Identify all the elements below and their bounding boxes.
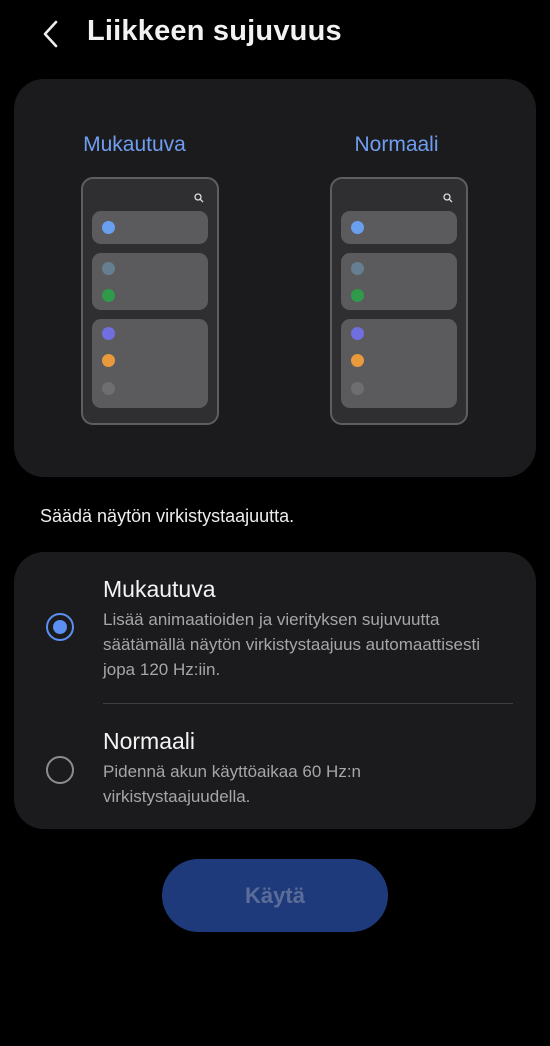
list-item xyxy=(341,319,457,408)
option-title: Normaali xyxy=(103,728,196,754)
apply-button-label: Käytä xyxy=(245,882,305,908)
gray-blue-dot-icon xyxy=(102,262,115,275)
list-item xyxy=(92,253,208,310)
radio-button[interactable] xyxy=(46,756,74,784)
purple-dot-icon xyxy=(102,327,115,340)
option-description: Lisää animaatioiden ja vierityksen sujuv… xyxy=(103,610,481,679)
back-button[interactable] xyxy=(34,14,68,54)
preview-adaptive: Mukautuva xyxy=(14,79,275,477)
list-item xyxy=(341,253,457,310)
preview-label-adaptive: Mukautuva xyxy=(83,133,186,156)
phone-illustration xyxy=(81,177,219,425)
orange-dot-icon xyxy=(102,354,115,367)
page-title: Liikkeen sujuvuus xyxy=(87,15,342,47)
gray-dot-icon xyxy=(102,382,115,395)
options-card: Mukautuva Lisää animaatioiden ja vierity… xyxy=(14,552,536,829)
preview-label-normal: Normaali xyxy=(354,133,439,156)
green-dot-icon xyxy=(102,289,115,302)
description-text: Säädä näytön virkistystaajuutta. xyxy=(40,506,295,526)
phone-illustration xyxy=(330,177,468,425)
radio-button-selected[interactable] xyxy=(46,613,74,641)
list-item xyxy=(92,319,208,408)
green-dot-icon xyxy=(351,289,364,302)
gray-dot-icon xyxy=(351,382,364,395)
chevron-left-icon xyxy=(43,20,58,48)
header: Liikkeen sujuvuus xyxy=(0,0,550,70)
option-normal[interactable]: Normaali Pidennä akun käyttöaikaa 60 Hz:… xyxy=(14,704,536,829)
gray-blue-dot-icon xyxy=(351,262,364,275)
option-adaptive[interactable]: Mukautuva Lisää animaatioiden ja vierity… xyxy=(14,552,536,704)
list-item xyxy=(92,211,208,244)
search-icon xyxy=(194,193,204,203)
orange-dot-icon xyxy=(351,354,364,367)
list-item xyxy=(341,211,457,244)
option-title: Mukautuva xyxy=(103,576,216,602)
search-icon xyxy=(443,193,453,203)
blue-dot-icon xyxy=(102,221,115,234)
option-description: Pidennä akun käyttöaikaa 60 Hz:n virkist… xyxy=(103,762,362,806)
preview-card: Mukautuva Normaali xyxy=(14,79,536,477)
purple-dot-icon xyxy=(351,327,364,340)
blue-dot-icon xyxy=(351,221,364,234)
preview-normal: Normaali xyxy=(275,79,536,477)
apply-button[interactable]: Käytä xyxy=(162,859,388,932)
